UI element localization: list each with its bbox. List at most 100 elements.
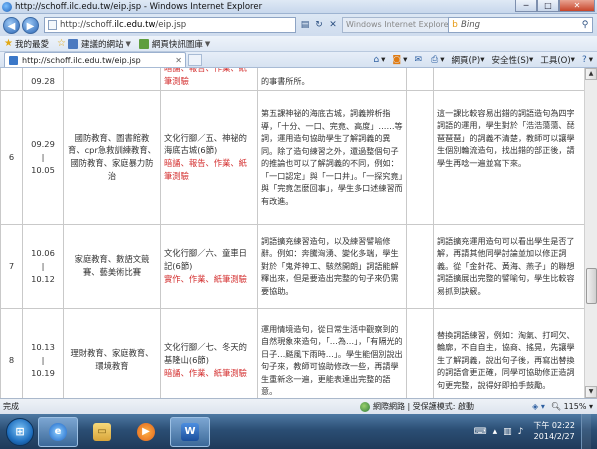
compatibility-icon[interactable]: ▤ (298, 18, 312, 32)
taskbar-explorer-button[interactable]: ▭ (82, 417, 122, 447)
help-button[interactable]: ? ▾ (582, 55, 593, 65)
star-icon: ★ (4, 38, 13, 49)
page-content: 09.28 暗誦、報告、作業、紙筆測驗 的事書所所。 6 09.29 | 10.… (0, 68, 584, 398)
language-icon[interactable]: ⌨ (474, 427, 487, 437)
network-icon[interactable]: ▥ (503, 427, 512, 437)
week-number: 6 (0, 89, 23, 225)
window-titlebar: http://schoff.ilc.edu.tw/eip.jsp - Windo… (0, 0, 597, 14)
topic-cell: 家庭教育、數語文競賽、藝美術比賽 (63, 223, 161, 309)
vertical-scrollbar[interactable]: ▲ ▼ (584, 68, 597, 398)
address-bar[interactable]: http://schoff.ilc.edu.tw/eip.jsp (44, 17, 296, 33)
media-player-icon: ▶ (137, 422, 155, 441)
page-menu[interactable]: 網頁(P) ▾ (451, 54, 484, 66)
window-title: http://schoff.ilc.edu.tw/eip.jsp - Windo… (15, 1, 263, 12)
evaluation-cell: 詞語擴充運用造句可以看出學生是否了解，再請其他同學討論並加以修正詞義。從「金針花… (433, 223, 584, 309)
show-desktop-button[interactable] (581, 414, 591, 449)
volume-icon[interactable]: ♪ (518, 427, 524, 437)
unit-cell: 文化行腳／六、童車日記(6節) 實作、作業、紙筆測驗 (160, 223, 258, 309)
search-box[interactable]: b Bing ⚲ (448, 17, 593, 33)
zoom-level[interactable]: 🔍︎ 115% ▾ (551, 402, 593, 411)
mail-button[interactable]: ✉ (414, 55, 424, 65)
chevron-down-icon: ▼ (125, 39, 131, 48)
start-button[interactable]: ⊞ (6, 417, 34, 446)
goal-cell: 詞語擴充練習造句，以及練習譬喻修辭。例如：奔騰洶湧、變化多端，學生對於「鬼斧神工… (257, 223, 407, 309)
unit-cell: 文化行腳／五、神祕的海底古城(6節) 暗誦、報告、作業、紙筆測驗 (160, 89, 258, 225)
unit-cell: 文化行腳／七、冬天的基隆山(6節) 暗誦、作業、紙筆測驗 (160, 307, 258, 398)
protected-mode-icon: ◈ ▾ (532, 402, 545, 411)
safety-menu[interactable]: 安全性(S) ▾ (492, 54, 534, 66)
topic-cell: 國防教育、圖書館教育、cpr急救訓練教育、國防教育、家庭暴力防治 (63, 89, 161, 225)
new-tab-button[interactable] (188, 53, 202, 66)
clock[interactable]: 下午 02:22 2014/2/27 (533, 421, 575, 442)
browser-tab[interactable]: http://schoff.ilc.edu.tw/eip.jsp ✕ (4, 52, 186, 67)
search-input[interactable]: Bing (461, 20, 578, 30)
assessment-text: 暗誦、作業、紙筆測驗 (164, 367, 247, 378)
date-cell: 10.06 | 10.12 (22, 223, 64, 309)
status-bar: 完成 網際網路 | 受保護模式: 啟動 ◈ ▾ 🔍︎ 115% ▾ (0, 398, 597, 414)
table-row: 6 09.29 | 10.05 國防教育、圖書館教育、cpr急救訓練教育、國防教… (0, 89, 584, 225)
globe-icon (360, 401, 370, 412)
system-tray: ⌨ ▴ ▥ ♪ 下午 02:22 2014/2/27 (474, 414, 597, 449)
tab-favicon (9, 55, 18, 65)
date-cell: 09.28 (22, 68, 64, 91)
minimize-button[interactable]: ─ (515, 0, 537, 12)
lesson-schedule-table: 09.28 暗誦、報告、作業、紙筆測驗 的事書所所。 6 09.29 | 10.… (0, 68, 584, 398)
date-cell: 09.29 | 10.05 (22, 89, 64, 225)
tab-row: http://schoff.ilc.edu.tw/eip.jsp ✕ ⌂ ▾ ◙ ▾… (0, 52, 597, 68)
tools-menu[interactable]: 工具(O) ▾ (540, 54, 575, 66)
page-icon (48, 20, 57, 30)
scroll-down-button[interactable]: ▼ (585, 386, 597, 398)
folder-icon: ▭ (93, 422, 111, 441)
assessment-text: 暗誦、報告、作業、紙筆測驗 (164, 68, 247, 86)
week-number: 7 (0, 223, 23, 309)
tab-close-icon[interactable]: ✕ (175, 56, 182, 65)
tray-expand-icon[interactable]: ▴ (493, 427, 498, 437)
close-button[interactable]: ✕ (559, 0, 595, 12)
back-button[interactable]: ◀ (3, 16, 20, 34)
chevron-down-icon: ▼ (204, 39, 211, 48)
goal-cell: 第五課神祕的海底古城，詞義辨析指導，「十分、一口、完竟、高度」……等詞，運用造句… (257, 89, 407, 225)
evaluation-cell: 這一課比較容易出錯的詞語造句為四字詞語的運用，學生對於「浩浩蕩蕩、琵琶琶琶」的詞… (433, 89, 584, 225)
ie-icon: e (49, 422, 67, 441)
favorites-bar: ★ 我的最愛 ☆ 建議的網站 ▼ 網頁快訊圖庫 ▼ (0, 36, 597, 52)
security-zone[interactable]: 網際網路 | 受保護模式: 啟動 (360, 401, 474, 412)
goal-cell: 的事書所所。 (257, 68, 407, 91)
stop-icon[interactable]: ✕ (326, 18, 340, 32)
refresh-icon[interactable]: ↻ (312, 18, 326, 32)
word-icon: W (181, 422, 199, 441)
status-right: ◈ ▾ 🔍︎ 115% ▾ (532, 402, 597, 411)
forward-button[interactable]: ▶ (22, 16, 39, 34)
taskbar-ie-button[interactable]: e (38, 416, 78, 447)
taskbar-word-button[interactable]: W (170, 416, 210, 447)
taskbar-media-button[interactable]: ▶ (126, 417, 166, 447)
maximize-button[interactable]: □ (537, 0, 559, 12)
table-row: 09.28 暗誦、報告、作業、紙筆測驗 的事書所所。 (0, 68, 584, 91)
address-url[interactable]: http://schoff.ilc.edu.tw/eip.jsp (60, 20, 186, 30)
home-button[interactable]: ⌂ ▾ (373, 55, 385, 65)
assessment-text: 實作、作業、紙筆測驗 (164, 273, 247, 284)
search-icon[interactable]: ⚲ (578, 20, 592, 30)
add-favorite-icon: ☆ (56, 38, 66, 49)
favorites-button[interactable]: ★ 我的最愛 (4, 38, 49, 50)
print-button[interactable]: ⎙ ▾ (431, 55, 444, 65)
topic-cell: 理財教育、家庭教育、環境教育 (63, 307, 161, 398)
week-number: 8 (0, 307, 23, 398)
date-cell: 10.13 | 10.19 (22, 307, 64, 398)
window-controls: ─ □ ✕ (515, 0, 595, 12)
scrollbar-thumb[interactable] (586, 268, 597, 304)
scroll-up-button[interactable]: ▲ (585, 68, 597, 80)
windows-taskbar: ⊞ e ▭ ▶ W ⌨ ▴ ▥ ♪ 下午 02:22 2014/2/27 (0, 414, 597, 449)
evaluation-cell: 替換詞語練習，例如：淘氣、打呵欠、輪廓，不自自主，協商、搖晃，先讓學生了解詞義，… (433, 307, 584, 398)
assessment-text: 暗誦、報告、作業、紙筆測驗 (164, 158, 247, 182)
ie-icon (67, 38, 78, 49)
address-tools: ▤ ↻ ✕ (298, 18, 340, 32)
web-slice-gallery-link[interactable]: 網頁快訊圖庫 ▼ (138, 38, 211, 50)
ie-logo-icon (2, 1, 12, 12)
status-text: 完成 (3, 402, 19, 411)
suggested-sites-link[interactable]: ☆ 建議的網站 ▼ (57, 38, 131, 50)
feeds-button[interactable]: ◙ ▾ (392, 55, 407, 65)
bing-icon: b (452, 20, 458, 30)
table-row: 7 10.06 | 10.12 家庭教育、數語文競賽、藝美術比賽 文化行腳／六、… (0, 223, 584, 309)
webslice-icon (138, 38, 149, 49)
table-row: 8 10.13 | 10.19 理財教育、家庭教育、環境教育 文化行腳／七、冬天… (0, 307, 584, 398)
